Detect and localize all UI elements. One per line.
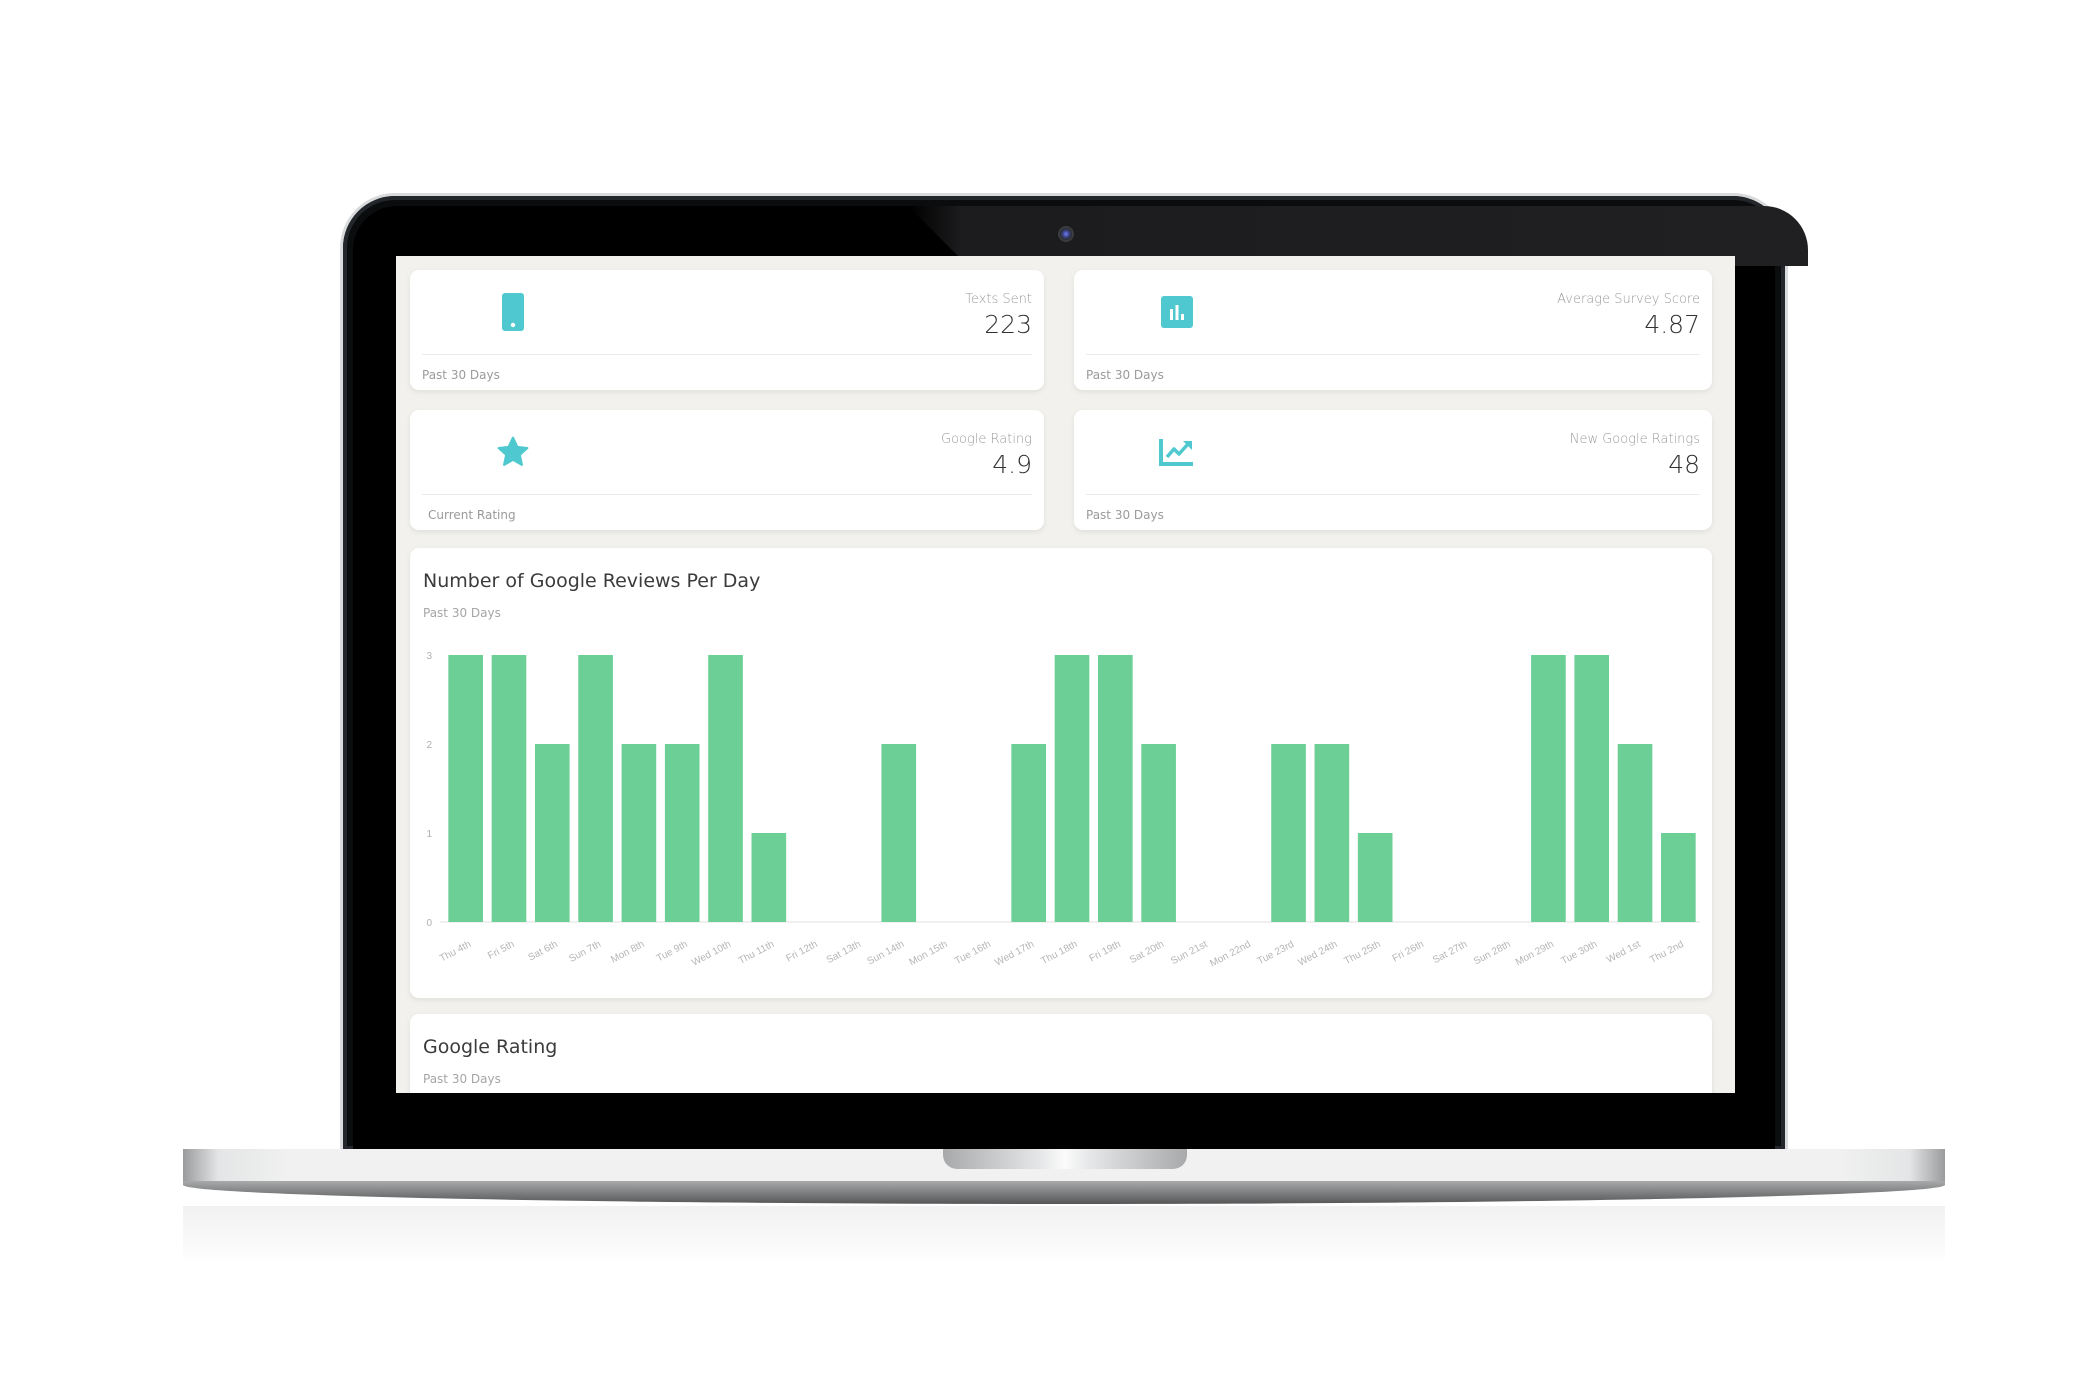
x-tick-label: Thu 25th [1343, 939, 1383, 967]
stat-footer: Past 30 Days [422, 368, 500, 382]
x-tick-label: Tue 30th [1559, 939, 1599, 967]
bar[interactable] [1357, 833, 1393, 922]
x-tick-label: Sun 14th [866, 939, 907, 968]
stat-card-google-rating: Google Rating 4.9 Current Rating [410, 410, 1044, 530]
google-rating-title: Google Rating [423, 1036, 558, 1058]
bar[interactable] [534, 744, 570, 922]
y-tick-label: 3 [426, 651, 432, 662]
bar-chart-icon [1159, 292, 1195, 332]
y-tick-label: 2 [426, 740, 432, 751]
x-tick-label: Thu 18th [1039, 939, 1079, 967]
stat-value: 223 [984, 310, 1032, 339]
x-tick-label: Thu 11th [737, 939, 776, 967]
stat-value: 4.9 [992, 450, 1032, 479]
google-rating-card: Google Rating Past 30 Days [410, 1014, 1712, 1093]
bar[interactable] [664, 744, 700, 922]
base-bottom [183, 1181, 1945, 1204]
stat-card-new-google-ratings: New Google Ratings 48 Past 30 Days [1074, 410, 1712, 530]
screen: Texts Sent 223 Past 30 Days Average Surv… [396, 256, 1735, 1093]
x-tick-label: Wed 24th [1296, 939, 1339, 969]
bar[interactable] [1054, 655, 1090, 922]
bar[interactable] [1011, 744, 1047, 922]
x-tick-label: Wed 17th [993, 939, 1036, 969]
x-tick-label: Thu 2nd [1648, 939, 1686, 966]
x-tick-label: Fri 19th [1088, 939, 1123, 965]
bar[interactable] [1271, 744, 1306, 922]
x-tick-label: Mon 29th [1514, 939, 1556, 968]
bar[interactable] [708, 655, 743, 922]
bar[interactable] [578, 655, 613, 922]
stat-label: Google Rating [941, 432, 1032, 447]
laptop-notch [943, 1149, 1187, 1169]
stat-label: New Google Ratings [1569, 432, 1700, 447]
stat-label: Average Survey Score [1557, 292, 1700, 307]
bar[interactable] [621, 744, 657, 922]
stat-value: 48 [1668, 450, 1700, 479]
x-tick-label: Sun 21st [1169, 939, 1209, 967]
x-tick-label: Thu 4th [438, 939, 473, 965]
reviews-per-day-card: Number of Google Reviews Per Day Past 30… [410, 548, 1712, 998]
camera-icon [1058, 226, 1074, 242]
bar[interactable] [1531, 655, 1566, 922]
laptop-reflection [183, 1206, 1945, 1266]
star-icon [495, 432, 531, 472]
bar[interactable] [1661, 833, 1696, 922]
reviews-bar-chart: 0 1 2 3 Thu 4th Fri 5th Sat 6th Sun 7th Mon 8th T… [426, 651, 1700, 970]
x-tick-label: Sun 28th [1472, 939, 1513, 968]
x-tick-label: Mon 22nd [1208, 939, 1252, 970]
divider [1086, 354, 1700, 355]
x-tick-label: Sat 6th [527, 939, 560, 964]
x-tick-label: Tue 9th [655, 939, 690, 964]
stat-footer: Current Rating [428, 508, 516, 522]
bar[interactable] [448, 655, 483, 922]
divider [1086, 494, 1700, 495]
x-tick-label: Sun 7th [567, 939, 603, 965]
stat-value: 4.87 [1644, 310, 1700, 339]
bar[interactable] [1314, 744, 1350, 922]
stat-footer: Past 30 Days [1086, 368, 1164, 382]
stat-label: Texts Sent [965, 292, 1032, 307]
bar[interactable] [1574, 655, 1610, 922]
google-rating-subtitle: Past 30 Days [423, 1072, 501, 1086]
x-tick-label: Fri 26th [1391, 939, 1426, 965]
divider [422, 494, 1032, 495]
y-tick-label: 1 [426, 829, 432, 840]
x-tick-label: Mon 8th [609, 939, 646, 966]
stat-card-average-survey-score: Average Survey Score 4.87 Past 30 Days [1074, 270, 1712, 390]
phone-icon [495, 292, 531, 332]
bar[interactable] [491, 655, 527, 922]
x-tick-label: Wed 10th [690, 939, 733, 969]
x-tick-label: Sat 20th [1128, 939, 1166, 966]
x-tick-label: Sat 13th [825, 939, 863, 966]
x-tick-label: Sat 27th [1431, 939, 1469, 966]
bar[interactable] [1141, 744, 1176, 922]
stat-footer: Past 30 Days [1086, 508, 1164, 522]
x-tick-label: Tue 16th [953, 939, 993, 967]
bar[interactable] [1097, 655, 1133, 922]
x-tick-label: Mon 15th [907, 939, 949, 968]
trend-chart-icon [1159, 432, 1195, 472]
x-tick-label: Fri 5th [486, 939, 516, 962]
y-tick-label: 0 [426, 918, 432, 929]
bar[interactable] [1617, 744, 1653, 922]
stat-card-texts-sent: Texts Sent 223 Past 30 Days [410, 270, 1044, 390]
bar[interactable] [881, 744, 917, 922]
bar[interactable] [751, 833, 787, 922]
x-tick-label: Tue 23rd [1256, 939, 1296, 967]
divider [422, 354, 1032, 355]
x-tick-label: Fri 12th [784, 939, 819, 965]
x-tick-label: Wed 1st [1605, 939, 1643, 966]
